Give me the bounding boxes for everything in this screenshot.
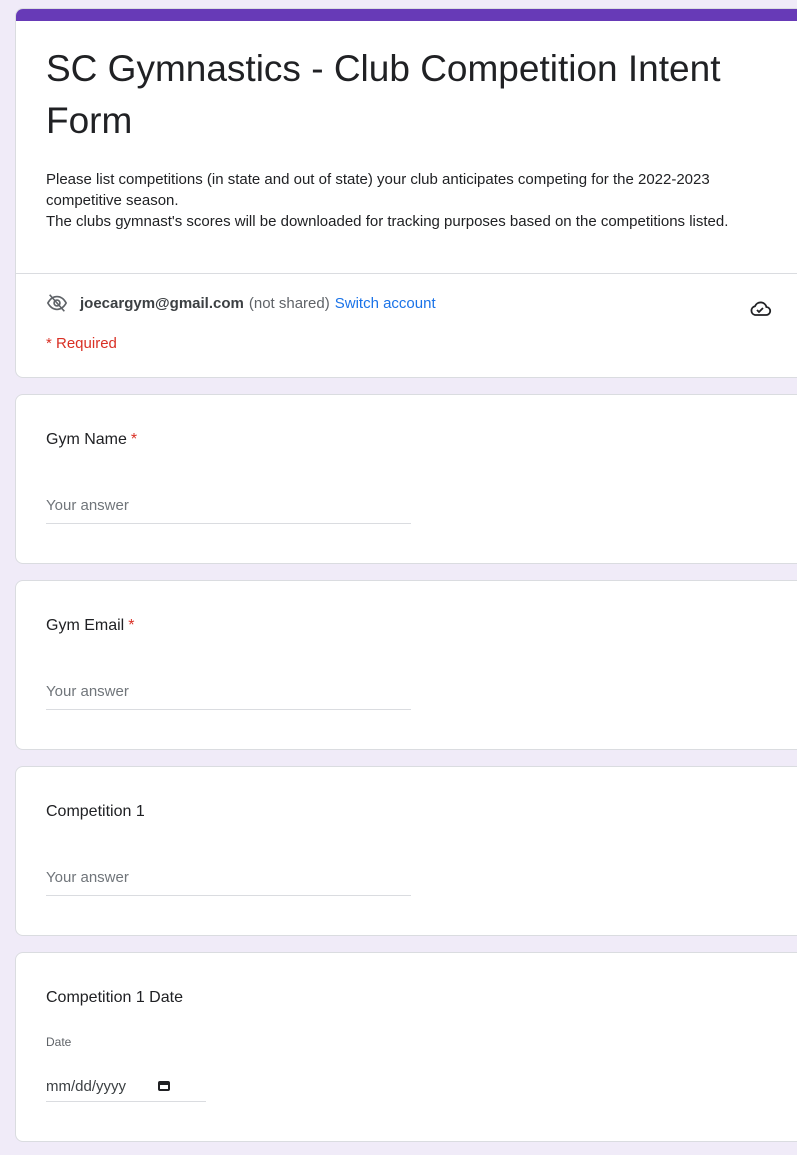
question-label: Competition 1 Date: [46, 989, 183, 1006]
question-label: Competition 1: [46, 803, 145, 820]
required-note: * Required: [46, 335, 117, 352]
question-title: Gym Name *: [46, 431, 137, 449]
competition-1-date-input[interactable]: mm/dd/yyyy: [46, 1071, 206, 1102]
calendar-icon[interactable]: [158, 1081, 171, 1091]
cloud-icon[interactable]: [748, 297, 772, 321]
theme-accent-bar: [16, 9, 797, 21]
switch-account-link[interactable]: Switch account: [335, 295, 436, 312]
divider: [16, 273, 797, 274]
gym-name-input[interactable]: Your answer: [46, 495, 411, 524]
account-email: joecargym@gmail.com: [80, 294, 244, 312]
form-description: Please list competitions (in state and o…: [46, 169, 786, 232]
date-label: Date: [46, 1035, 72, 1049]
eye-off-icon: [46, 294, 68, 312]
gym-email-input[interactable]: Your answer: [46, 681, 411, 710]
question-card-competition-1-date: Competition 1 Date Date mm/dd/yyyy: [15, 952, 797, 1142]
question-card-gym-name: Gym Name * Your answer: [15, 394, 797, 564]
account-row: joecargym@gmail.com (not shared) Switch …: [46, 291, 786, 315]
question-label: Gym Name: [46, 431, 127, 448]
question-title: Competition 1 Date: [46, 989, 183, 1007]
question-card-gym-email: Gym Email * Your answer: [15, 580, 797, 750]
question-card-competition-1: Competition 1 Your answer: [15, 766, 797, 936]
question-title: Gym Email *: [46, 617, 134, 635]
description-line: Please list competitions (in state and o…: [46, 171, 710, 209]
form-title: SC Gymnastics - Club Competition Intent …: [46, 48, 721, 141]
form-page: SC Gymnastics - Club Competition Intent …: [0, 0, 797, 1155]
question-label: Gym Email: [46, 617, 125, 634]
question-title: Competition 1: [46, 803, 145, 821]
not-shared-label: (not shared): [248, 294, 330, 312]
required-asterisk: *: [130, 431, 138, 448]
date-placeholder: mm/dd/yyyy: [46, 1077, 127, 1095]
form-header-card: SC Gymnastics - Club Competition Intent …: [15, 8, 797, 378]
required-asterisk: *: [128, 617, 135, 634]
description-line: The clubs gymnast's scores will be downl…: [46, 213, 729, 230]
competition-1-input[interactable]: Your answer: [46, 867, 411, 896]
